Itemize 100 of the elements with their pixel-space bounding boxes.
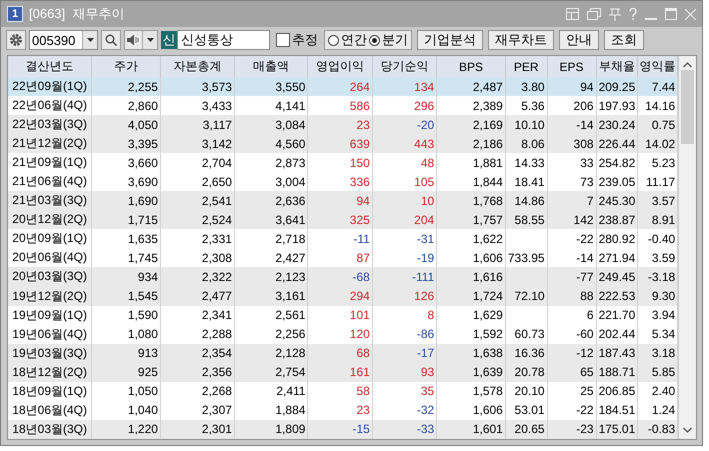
table-cell: 72.10: [505, 286, 548, 306]
table-cell: 3,161: [234, 286, 308, 306]
table-cell: 19년03월(3Q): [8, 344, 92, 363]
column-header[interactable]: PER: [505, 56, 548, 78]
table-cell: 5.85: [638, 362, 678, 382]
table-cell: 2,487: [436, 77, 506, 96]
table-cell: 58.55: [505, 210, 548, 230]
table-cell: 68: [308, 344, 372, 363]
table-cell: 2,341: [160, 306, 234, 325]
table-cell: 101: [308, 306, 372, 325]
column-header[interactable]: 영익률: [638, 56, 678, 78]
table-cell: 3,142: [160, 134, 234, 154]
table-cell: -68: [308, 267, 372, 286]
table-cell: 238.87: [596, 210, 638, 230]
table-cell: 2,754: [234, 362, 308, 382]
table-cell: 443: [372, 134, 437, 154]
scroll-up-icon[interactable]: [683, 62, 692, 68]
table-cell: 913: [92, 344, 160, 363]
estimate-checkbox[interactable]: 추정: [273, 31, 321, 49]
table-cell: 3,641: [234, 210, 308, 230]
table-cell: -22: [547, 229, 596, 248]
column-header[interactable]: 매출액: [234, 56, 308, 78]
table-cell: 8: [372, 306, 437, 325]
settings-button[interactable]: [6, 30, 26, 50]
period-radio[interactable]: 연간: [328, 31, 367, 49]
table-cell: 10.10: [505, 115, 548, 134]
table-cell: 1,768: [436, 191, 506, 210]
pin-icon[interactable]: [609, 8, 621, 20]
table-cell: -17: [372, 344, 437, 363]
table-cell: 20년12월(2Q): [8, 210, 92, 230]
table-cell: 20년03월(3Q): [8, 267, 92, 286]
toolbar-button[interactable]: 안내: [559, 30, 599, 50]
table-cell: 2,255: [92, 77, 160, 96]
table-cell: 21년09월(1Q): [8, 153, 92, 172]
column-header[interactable]: 결산년도: [8, 56, 92, 78]
table-cell: 18년12월(2Q): [8, 362, 92, 382]
table-cell: 2,541: [160, 191, 234, 210]
column-header[interactable]: EPS: [547, 56, 596, 78]
table-cell: 23: [308, 115, 372, 134]
table-cell: 20.10: [505, 382, 548, 401]
window-layout-icon[interactable]: [566, 8, 579, 20]
table-cell: 88: [547, 286, 596, 306]
table-cell: 2,322: [160, 267, 234, 286]
table-cell: 639: [308, 134, 372, 154]
column-header[interactable]: 자본총계: [160, 56, 234, 78]
column-header[interactable]: 당기순익: [372, 56, 437, 78]
table-cell: 1,578: [436, 382, 506, 401]
column-header[interactable]: 주가: [92, 56, 160, 78]
table-cell: -14: [547, 115, 596, 134]
table-cell: 20년09월(1Q): [8, 229, 92, 248]
table-cell: 187.43: [596, 344, 638, 363]
table-cell: 35: [372, 382, 437, 401]
table-cell: 20.78: [505, 362, 548, 382]
table-cell: 21년12월(2Q): [8, 134, 92, 154]
table-cell: 126: [372, 286, 437, 306]
table-cell: 206.85: [596, 382, 638, 401]
help-icon[interactable]: [629, 8, 637, 20]
scrollbar[interactable]: [678, 56, 696, 439]
toolbar-button[interactable]: 기업분석: [417, 30, 483, 50]
toolbar-button[interactable]: 재무차트: [488, 30, 554, 50]
table-cell: 14.86: [505, 191, 548, 210]
search-button[interactable]: [101, 30, 121, 50]
caret-icon: [86, 38, 94, 42]
table-cell: 1,220: [92, 420, 160, 439]
column-header[interactable]: 영업이익: [308, 56, 372, 78]
table-cell: 2,704: [160, 153, 234, 172]
table-cell: 3,660: [92, 153, 160, 172]
period-radio[interactable]: 분기: [369, 31, 408, 49]
table-cell: 2,331: [160, 229, 234, 248]
scroll-down-icon[interactable]: [683, 427, 692, 433]
speaker-button[interactable]: [124, 30, 158, 50]
table-cell: 1,724: [436, 286, 506, 306]
table-cell: 254.82: [596, 153, 638, 172]
table-cell: 134: [372, 77, 437, 96]
table-cell: 93: [372, 362, 437, 382]
code-field[interactable]: 005390: [29, 30, 98, 50]
maximize-icon[interactable]: [665, 8, 677, 20]
table-cell: 1,638: [436, 344, 506, 363]
table-cell: 142: [547, 210, 596, 230]
table-cell: 1,601: [436, 420, 506, 439]
table-cell: -77: [547, 267, 596, 286]
table-cell: 10: [372, 191, 437, 210]
table-cell: 1,715: [92, 210, 160, 230]
table-cell: 280.92: [596, 229, 638, 248]
table-cell: 8.06: [505, 134, 548, 154]
table-cell: -11: [308, 229, 372, 248]
windows-icon[interactable]: [587, 8, 601, 20]
toolbar-button[interactable]: 조회: [604, 30, 644, 50]
table-cell: 226.44: [596, 134, 638, 154]
stock-name-field[interactable]: 신성통상: [177, 30, 270, 50]
close-icon[interactable]: [685, 8, 696, 20]
column-header[interactable]: BPS: [436, 56, 506, 78]
gear-icon: [9, 33, 23, 47]
scrollbar-thumb[interactable]: [681, 70, 694, 144]
table-cell: 9.30: [638, 286, 678, 306]
table-cell: 4,050: [92, 115, 160, 134]
table-cell: 2,268: [160, 382, 234, 401]
table-cell: 2,123: [234, 267, 308, 286]
column-header[interactable]: 부채율: [596, 56, 638, 78]
search-icon: [105, 34, 117, 46]
